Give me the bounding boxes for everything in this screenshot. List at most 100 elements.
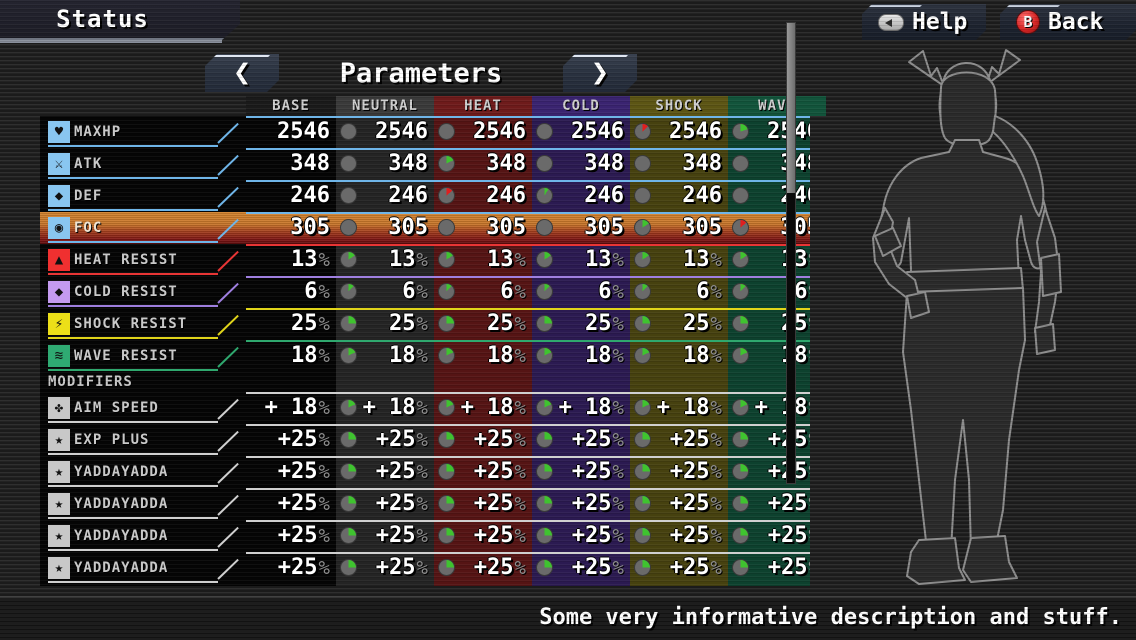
cell-value: 348 [584,151,624,176]
row-accent-line [246,424,810,426]
pie-indicator-icon [438,155,455,172]
table-row[interactable]: ★YADDAYADDA+25%+25%+25%+25%+25%+25% [40,552,810,584]
pie-indicator-icon [536,123,553,140]
pie-indicator-icon [732,527,749,544]
eye-icon: ◉ [48,217,70,239]
cell-heat: 13% [434,244,532,276]
row-label-underline [48,581,218,583]
table-row[interactable]: ▲HEAT RESIST13%13%13%13%13%13% [40,244,810,276]
cell-wave: 348 [728,148,810,180]
cell-neutral: +25% [336,552,434,584]
cell-neutral: +25% [336,424,434,456]
pie-wedge [341,124,356,139]
cell-value: 246 [682,183,722,208]
table-row[interactable]: ≋WAVE RESIST18%18%18%18%18%18% [40,340,810,372]
player-character-silhouette [872,49,1062,585]
cell-value: 305 [486,215,526,240]
pie-wedge [537,560,552,575]
cell-value: 6 [402,279,416,304]
cell-neutral: 6% [336,276,434,308]
pie-indicator-icon [634,527,651,544]
pie-wedge [439,124,454,139]
column-header-cold: COLD [532,96,630,116]
table-row[interactable]: ◆COLD RESIST6%6%6%6%6%6% [40,276,810,308]
column-header-shock: SHOCK [630,96,728,116]
cell-value-suffix: % [809,281,810,303]
help-button[interactable]: Help [862,4,986,40]
page-title: Parameters [339,58,503,89]
flame-icon: ▲ [48,249,70,271]
cell-value: 25 [585,311,612,336]
table-row[interactable]: ✤AIM SPEED+ 18%+ 18%+ 18%+ 18%+ 18%+ 18% [40,392,810,424]
pie-indicator-icon [536,347,553,364]
cell-value-suffix: % [514,345,526,367]
table-row[interactable]: ★EXP PLUS+25%+25%+25%+25%+25%+25% [40,424,810,456]
row-accent-line [246,392,810,394]
pie-wedge [537,124,552,139]
pie-wedge [537,156,552,171]
cell-value: +25 [473,491,514,516]
cell-value-suffix: % [416,397,428,419]
cell-value-suffix: % [514,313,526,335]
cell-wave: 13% [728,244,810,276]
chevron-right-icon: ❯ [590,55,610,90]
cell-cold: +25% [532,520,630,552]
dpad-left-icon [878,14,904,31]
pie-wedge [341,156,356,171]
table-row[interactable]: ◉FOC305305305305305305 [40,212,810,244]
cell-value-suffix: % [809,397,810,419]
pie-wedge [439,284,454,299]
cell-value: + 18 [460,395,514,420]
status-tab[interactable]: Status [0,0,240,40]
prev-page-button[interactable]: ❮ [205,54,279,92]
table-row[interactable]: ★YADDAYADDA+25%+25%+25%+25%+25%+25% [40,488,810,520]
character-preview-panel [845,40,1136,600]
row-label: ATK [74,156,103,172]
cell-wave: +25% [728,456,810,488]
chevron-left-icon: ❮ [232,55,252,90]
pie-wedge [537,348,552,363]
table-scrollbar[interactable] [786,22,796,484]
cell-value-suffix: % [612,397,624,419]
pie-wedge [341,560,356,575]
cell-value: +25 [375,459,416,484]
pie-indicator-icon [340,399,357,416]
cell-value: +25 [473,459,514,484]
pie-wedge [341,496,356,511]
table-row[interactable]: ♥MAXHP254625462546254625462546 [40,116,810,148]
cell-value: +25 [767,491,808,516]
pie-wedge [733,284,748,299]
pie-indicator-icon [438,123,455,140]
pie-indicator-icon [732,251,749,268]
pie-indicator-icon [438,219,455,236]
cell-neutral: 25% [336,308,434,340]
table-row[interactable]: ⚔ATK348348348348348348 [40,148,810,180]
table-row[interactable]: ◆DEF246246246246246246 [40,180,810,212]
pie-wedge [733,188,748,203]
cell-neutral: +25% [336,488,434,520]
table-row[interactable]: ★YADDAYADDA+25%+25%+25%+25%+25%+25% [40,520,810,552]
cell-wave: +25% [728,488,810,520]
cell-value: +25 [375,491,416,516]
cell-value: +25 [571,459,612,484]
pie-indicator-icon [634,123,651,140]
pie-indicator-icon [340,431,357,448]
cell-cold: 305 [532,212,630,244]
row-accent-line [246,116,810,118]
table-row[interactable]: ⚡SHOCK RESIST25%25%25%25%25%25% [40,308,810,340]
cell-cold: 2546 [532,116,630,148]
back-button-label: Back [1048,9,1104,35]
shield-icon: ◆ [48,185,70,207]
table-row[interactable]: ★YADDAYADDA+25%+25%+25%+25%+25%+25% [40,456,810,488]
pie-wedge [635,464,650,479]
pie-indicator-icon [634,399,651,416]
cell-value: 18 [683,343,710,368]
scrollbar-thumb[interactable] [787,23,795,193]
next-page-button[interactable]: ❯ [563,54,637,92]
pie-indicator-icon [340,559,357,576]
row-label: FOC [74,220,103,236]
pie-indicator-icon [536,495,553,512]
back-button[interactable]: B Back [1000,4,1136,40]
cell-value-suffix: % [416,313,428,335]
row-accent-line [246,308,810,310]
